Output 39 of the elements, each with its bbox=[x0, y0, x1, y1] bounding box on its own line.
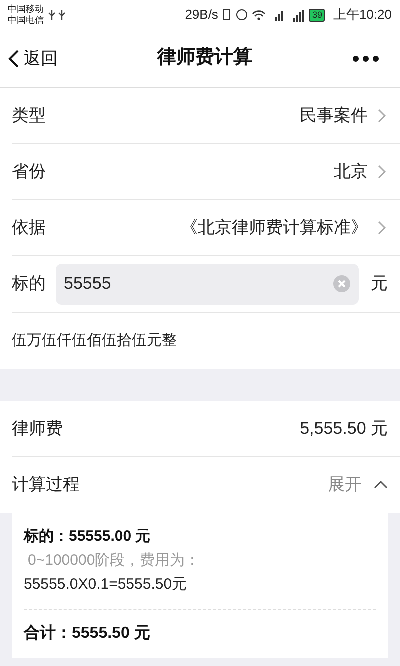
row-value: 北京 bbox=[334, 160, 368, 183]
form-row[interactable]: 省份 北京 bbox=[12, 144, 400, 200]
fee-label: 律师费 bbox=[12, 418, 63, 440]
form-row[interactable]: 依据 《北京律师费计算标准》 bbox=[12, 200, 400, 256]
process-label: 计算过程 bbox=[12, 474, 80, 496]
signal-icon bbox=[274, 9, 284, 21]
chevron-right-icon bbox=[376, 220, 388, 236]
details-total: 合计：5555.50 元 bbox=[24, 624, 152, 644]
row-value: 《北京律师费计算标准》 bbox=[181, 216, 368, 239]
back-button[interactable]: 返回 bbox=[8, 46, 58, 72]
fee-value: 5,555.50 元 bbox=[300, 418, 388, 440]
vibrate-icon bbox=[222, 8, 232, 22]
page-title: 律师费计算 bbox=[158, 46, 252, 70]
amount-in-words: 伍万伍仟伍佰伍拾伍元整 bbox=[12, 330, 177, 351]
row-label: 类型 bbox=[12, 104, 46, 127]
carrier-name: 中国移动 bbox=[8, 4, 44, 15]
more-icon[interactable] bbox=[352, 54, 380, 62]
details-stage: 0~100000阶段，费用为： bbox=[27, 551, 202, 571]
signal-icon bbox=[292, 8, 306, 22]
details-formula: 55555.0X0.1=5555.50元 bbox=[24, 575, 188, 595]
row-label: 标的 bbox=[12, 273, 47, 296]
expand-toggle[interactable]: 展开 bbox=[328, 472, 388, 498]
form-row[interactable]: 类型 民事案件 bbox=[12, 88, 400, 144]
row-label: 省份 bbox=[12, 160, 46, 183]
alarm-icon bbox=[236, 8, 248, 22]
chevron-right-icon bbox=[376, 108, 388, 124]
details-amount: 标的：55555.00 元 bbox=[24, 527, 152, 547]
unit-label: 元 bbox=[371, 273, 388, 296]
clock: 上午10:20 bbox=[333, 6, 392, 24]
row-value: 民事案件 bbox=[300, 104, 368, 127]
row-label: 依据 bbox=[12, 216, 46, 239]
chevron-right-icon bbox=[376, 164, 388, 180]
chevron-up-icon bbox=[374, 480, 388, 490]
carrier-name: 中国电信 bbox=[8, 15, 44, 26]
amount-field[interactable]: 55555 bbox=[56, 264, 359, 304]
battery-indicator: 39 bbox=[309, 8, 326, 22]
back-icon bbox=[8, 48, 20, 68]
network-speed: 29B/s bbox=[185, 6, 218, 24]
wifi-icon bbox=[252, 9, 266, 21]
